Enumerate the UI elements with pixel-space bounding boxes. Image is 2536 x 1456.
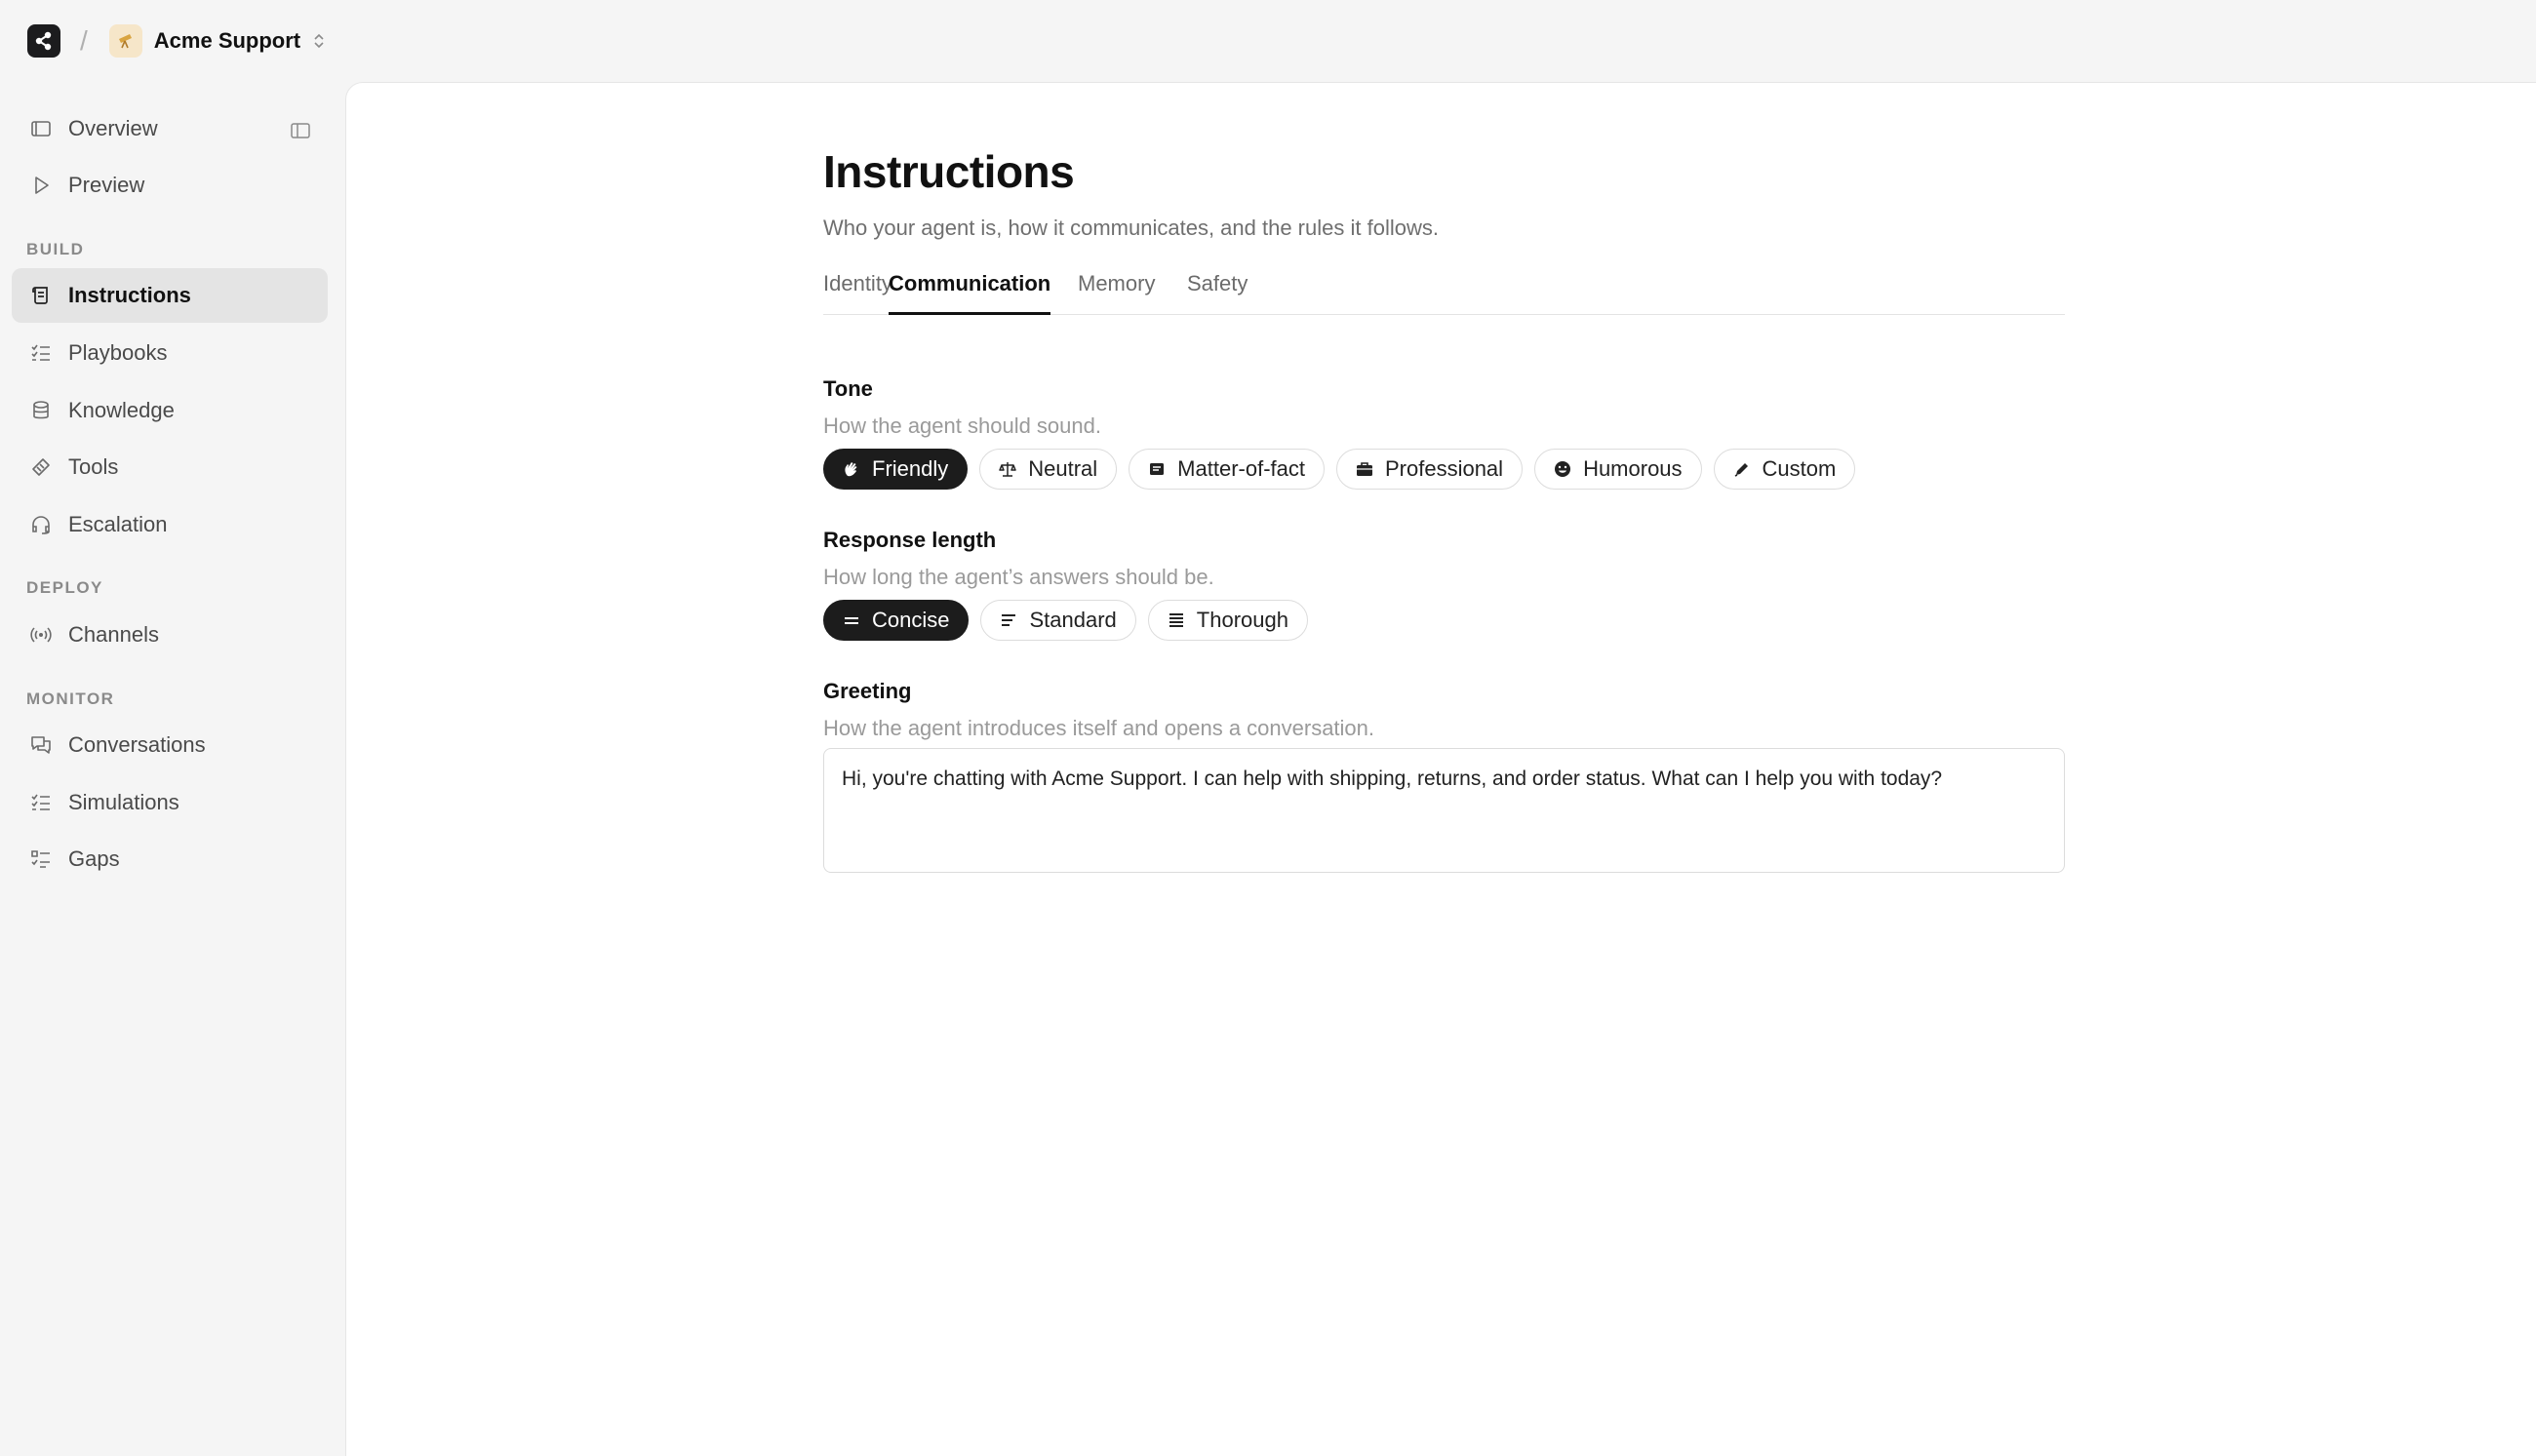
- chat-icon: [27, 731, 55, 759]
- tone-title: Tone: [823, 376, 873, 401]
- sidebar-item-label: Preview: [68, 173, 145, 197]
- sidebar-item-label: Channels: [68, 622, 159, 647]
- scroll-icon: [27, 282, 55, 309]
- sidebar-item-channels[interactable]: Channels: [12, 608, 328, 662]
- sidebar-item-tools[interactable]: Tools: [12, 440, 328, 494]
- page-title: Instructions: [823, 146, 1075, 197]
- chip-label: Matter-of-fact: [1177, 456, 1305, 481]
- tab-bar: Identity Communication Memory Safety: [823, 261, 2065, 315]
- tab-communication[interactable]: Communication: [889, 261, 1051, 315]
- tab-safety[interactable]: Safety: [1187, 261, 1248, 315]
- length-option-thorough[interactable]: Thorough: [1147, 600, 1308, 641]
- length-option-concise[interactable]: Concise: [823, 600, 970, 641]
- tools-icon: [27, 453, 55, 481]
- chip-label: Humorous: [1583, 456, 1683, 481]
- greeting-textarea[interactable]: Hi, you're chatting with Acme Support. I…: [823, 748, 2065, 873]
- sidebar-item-gaps[interactable]: Gaps: [12, 832, 328, 886]
- tone-option-humorous[interactable]: Humorous: [1534, 449, 1702, 490]
- scale-icon: [998, 459, 1017, 479]
- headset-icon: [27, 511, 55, 538]
- section-label-deploy: DEPLOY: [26, 578, 103, 597]
- checklist-icon: [27, 339, 55, 367]
- sidebar-item-label: Tools: [68, 454, 119, 479]
- checklist-icon: [27, 846, 55, 873]
- response-length-options: Concise Standard Thorough: [823, 600, 1308, 641]
- chip-label: Neutral: [1028, 456, 1098, 481]
- tone-description: How the agent should sound.: [823, 413, 1101, 438]
- section-label-build: BUILD: [26, 240, 85, 258]
- sidebar: Overview Preview BUILD Instructions Play…: [0, 82, 345, 1456]
- three-lines-icon: [999, 610, 1018, 630]
- tone-options: Friendly Neutral Matter-of-fact Professi…: [823, 449, 1856, 490]
- two-lines-icon: [842, 610, 861, 630]
- app-logo-icon[interactable]: [27, 24, 60, 58]
- tone-option-professional[interactable]: Professional: [1335, 449, 1524, 490]
- page-subtitle: Who your agent is, how it communicates, …: [823, 216, 1439, 240]
- tone-option-matter-of-fact[interactable]: Matter-of-fact: [1129, 449, 1325, 490]
- waving-hand-icon: [842, 459, 861, 479]
- play-icon: [27, 172, 55, 199]
- sidebar-item-label: Knowledge: [68, 398, 175, 422]
- checklist-icon: [27, 789, 55, 816]
- main-panel: Instructions Who your agent is, how it c…: [345, 82, 2536, 1456]
- broadcast-icon: [27, 621, 55, 649]
- greeting-title: Greeting: [823, 679, 912, 703]
- chip-label: Friendly: [872, 456, 949, 481]
- chip-label: Custom: [1762, 456, 1837, 481]
- top-bar: / Acme Support: [0, 0, 2536, 82]
- response-length-title: Response length: [823, 528, 997, 552]
- telescope-icon: [108, 24, 142, 58]
- briefcase-icon: [1355, 459, 1374, 479]
- overview-icon: [27, 115, 55, 142]
- workspace-switcher[interactable]: Acme Support: [108, 24, 326, 58]
- sidebar-item-label: Instructions: [68, 283, 191, 307]
- sidebar-item-knowledge[interactable]: Knowledge: [12, 383, 328, 438]
- sidebar-item-escalation[interactable]: Escalation: [12, 497, 328, 552]
- sidebar-item-label: Gaps: [68, 846, 120, 871]
- chip-label: Professional: [1384, 456, 1504, 481]
- sidebar-item-label: Overview: [68, 116, 158, 140]
- sidebar-item-label: Escalation: [68, 512, 168, 536]
- length-option-standard[interactable]: Standard: [980, 600, 1136, 641]
- smiley-icon: [1553, 459, 1572, 479]
- section-label-monitor: MONITOR: [26, 689, 115, 708]
- sidebar-collapse-icon[interactable]: [287, 117, 314, 144]
- pencil-icon: [1732, 459, 1752, 479]
- tone-option-friendly[interactable]: Friendly: [823, 449, 969, 490]
- tab-identity[interactable]: Identity: [823, 261, 892, 315]
- chip-label: Thorough: [1196, 608, 1288, 632]
- four-lines-icon: [1167, 610, 1186, 630]
- sidebar-item-conversations[interactable]: Conversations: [12, 718, 328, 772]
- database-icon: [27, 397, 55, 424]
- chip-label: Concise: [872, 608, 950, 632]
- sidebar-item-label: Conversations: [68, 732, 206, 757]
- sidebar-item-instructions[interactable]: Instructions: [12, 268, 328, 323]
- chip-label: Standard: [1029, 608, 1117, 632]
- tone-option-neutral[interactable]: Neutral: [979, 449, 1118, 490]
- workspace-name: Acme Support: [153, 28, 301, 53]
- greeting-description: How the agent introduces itself and open…: [823, 716, 1375, 740]
- sidebar-item-preview[interactable]: Preview: [12, 158, 328, 213]
- sidebar-item-playbooks[interactable]: Playbooks: [12, 326, 328, 380]
- breadcrumb-separator: /: [80, 25, 88, 56]
- sidebar-item-simulations[interactable]: Simulations: [12, 775, 328, 830]
- response-length-description: How long the agent’s answers should be.: [823, 565, 1214, 589]
- chevron-up-down-icon: [312, 31, 326, 51]
- document-icon: [1147, 459, 1167, 479]
- tab-memory[interactable]: Memory: [1078, 261, 1155, 315]
- tone-option-custom[interactable]: Custom: [1713, 449, 1856, 490]
- sidebar-item-label: Simulations: [68, 790, 179, 814]
- sidebar-item-overview[interactable]: Overview: [12, 101, 328, 156]
- sidebar-item-label: Playbooks: [68, 340, 168, 365]
